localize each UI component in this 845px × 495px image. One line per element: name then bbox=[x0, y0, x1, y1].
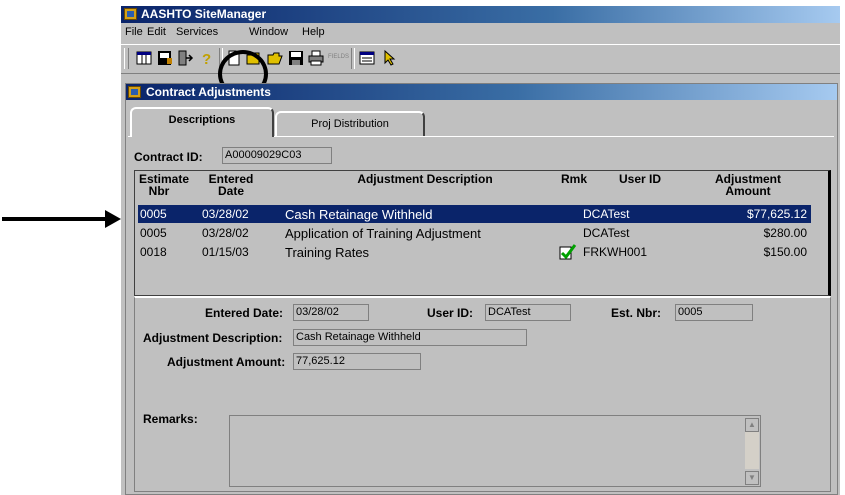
entered-date-label: Entered Date: bbox=[205, 306, 284, 320]
annotation-arrow-head bbox=[105, 210, 121, 228]
cell-amount: $280.00 bbox=[763, 226, 807, 240]
app-title-bar: AASHTO SiteManager bbox=[121, 6, 840, 23]
cell-estimate: 0018 bbox=[140, 245, 167, 259]
est-nbr-field[interactable]: 0005 bbox=[675, 304, 753, 321]
tab-proj-distribution[interactable]: Proj Distribution bbox=[275, 111, 425, 137]
svg-text:?: ? bbox=[202, 51, 211, 67]
contract-id-field[interactable]: A00009029C03 bbox=[222, 147, 332, 164]
annotation-arrow-shaft bbox=[2, 217, 108, 221]
column-header-estimate[interactable]: Estimate Nbr bbox=[139, 173, 189, 198]
tab-descriptions-label: Descriptions bbox=[168, 114, 236, 126]
cell-description: Training Rates bbox=[285, 245, 370, 260]
column-header-amount-line2: Amount bbox=[725, 184, 771, 198]
child-title-bar: Contract Adjustments bbox=[126, 84, 837, 100]
menu-edit[interactable]: Edit bbox=[147, 26, 166, 38]
save-window-icon[interactable] bbox=[156, 49, 174, 67]
table-row[interactable]: 0018 01/15/03 Training Rates FRKWH001 $1… bbox=[138, 243, 811, 261]
column-header-estimate-line2: Nbr bbox=[148, 184, 170, 198]
toolbar-separator bbox=[351, 48, 355, 69]
cell-estimate: 0005 bbox=[140, 226, 167, 240]
cell-entered-date: 01/15/03 bbox=[202, 245, 249, 259]
cell-entered-date: 03/28/02 bbox=[202, 226, 249, 240]
est-nbr-label: Est. Nbr: bbox=[611, 306, 662, 320]
adjustment-amount-field[interactable]: 77,625.12 bbox=[293, 353, 421, 370]
detail-panel: Entered Date: 03/28/02 User ID: DCATest … bbox=[134, 296, 831, 492]
adjustment-description-field[interactable]: Cash Retainage Withheld bbox=[293, 329, 527, 346]
cell-description: Cash Retainage Withheld bbox=[285, 207, 433, 222]
contract-adjustments-window: Contract Adjustments Descriptions Proj D… bbox=[125, 83, 838, 495]
tab-proj-distribution-label: Proj Distribution bbox=[311, 118, 389, 130]
scroll-down-icon[interactable]: ▼ bbox=[745, 471, 759, 485]
entered-date-field[interactable]: 03/28/02 bbox=[293, 304, 369, 321]
save-icon[interactable] bbox=[287, 49, 305, 67]
scroll-up-icon[interactable]: ▲ bbox=[745, 418, 759, 432]
column-header-rmk[interactable]: Rmk bbox=[559, 173, 589, 185]
toolbar-grip bbox=[124, 48, 129, 69]
print-icon[interactable] bbox=[307, 49, 325, 67]
menu-bar: File Edit Services Window Help bbox=[121, 23, 840, 43]
cell-amount: $150.00 bbox=[763, 245, 807, 259]
column-header-user-id[interactable]: User ID bbox=[605, 173, 675, 185]
remark-checkmark-icon[interactable] bbox=[559, 243, 577, 261]
table-row[interactable]: 0005 03/28/02 Cash Retainage Withheld DC… bbox=[138, 205, 811, 223]
column-header-amount[interactable]: Adjustment Amount bbox=[703, 173, 793, 197]
child-title: Contract Adjustments bbox=[146, 85, 271, 99]
app-logo-icon bbox=[124, 8, 137, 20]
open-icon[interactable] bbox=[266, 49, 284, 67]
cell-user-id: FRKWH001 bbox=[583, 245, 648, 259]
menu-window[interactable]: Window bbox=[249, 26, 288, 38]
user-id-label: User ID: bbox=[427, 306, 474, 320]
adjustment-amount-label: Adjustment Amount: bbox=[167, 355, 286, 369]
adjustments-grid: Estimate Nbr Entered Date Adjustment Des… bbox=[134, 170, 831, 296]
cell-user-id: DCATest bbox=[583, 207, 630, 221]
table-row[interactable]: 0005 03/28/02 Application of Training Ad… bbox=[138, 224, 811, 242]
remarks-textarea[interactable]: ▲ ▼ bbox=[229, 415, 761, 487]
menu-help[interactable]: Help bbox=[302, 26, 325, 38]
cell-user-id: DCATest bbox=[583, 226, 630, 240]
column-header-entered-line2: Date bbox=[217, 184, 244, 198]
cell-entered-date: 03/28/02 bbox=[202, 207, 249, 221]
exit-icon[interactable] bbox=[176, 49, 194, 67]
remarks-label: Remarks: bbox=[143, 412, 198, 426]
cell-description: Application of Training Adjustment bbox=[285, 226, 481, 241]
column-header-description[interactable]: Adjustment Description bbox=[335, 173, 515, 185]
child-window-icon bbox=[128, 86, 141, 98]
grid-view-icon[interactable] bbox=[135, 49, 153, 67]
app-title: AASHTO SiteManager bbox=[141, 7, 267, 21]
menu-services[interactable]: Services bbox=[176, 26, 218, 38]
cell-estimate: 0005 bbox=[140, 207, 167, 221]
adjustment-description-label: Adjustment Description: bbox=[143, 331, 283, 345]
user-id-field[interactable]: DCATest bbox=[485, 304, 571, 321]
fields-button[interactable]: FIELDS bbox=[328, 54, 349, 60]
pointer-icon[interactable] bbox=[380, 49, 398, 67]
menu-file[interactable]: File bbox=[125, 26, 143, 38]
scrollbar-track[interactable] bbox=[745, 432, 759, 469]
column-header-entered-date[interactable]: Entered Date bbox=[203, 173, 259, 197]
contract-id-label: Contract ID: bbox=[134, 150, 203, 164]
help-icon[interactable]: ? bbox=[198, 49, 216, 67]
list-icon[interactable] bbox=[358, 49, 376, 67]
tab-descriptions[interactable]: Descriptions bbox=[130, 107, 274, 137]
cell-amount: $77,625.12 bbox=[746, 207, 807, 221]
